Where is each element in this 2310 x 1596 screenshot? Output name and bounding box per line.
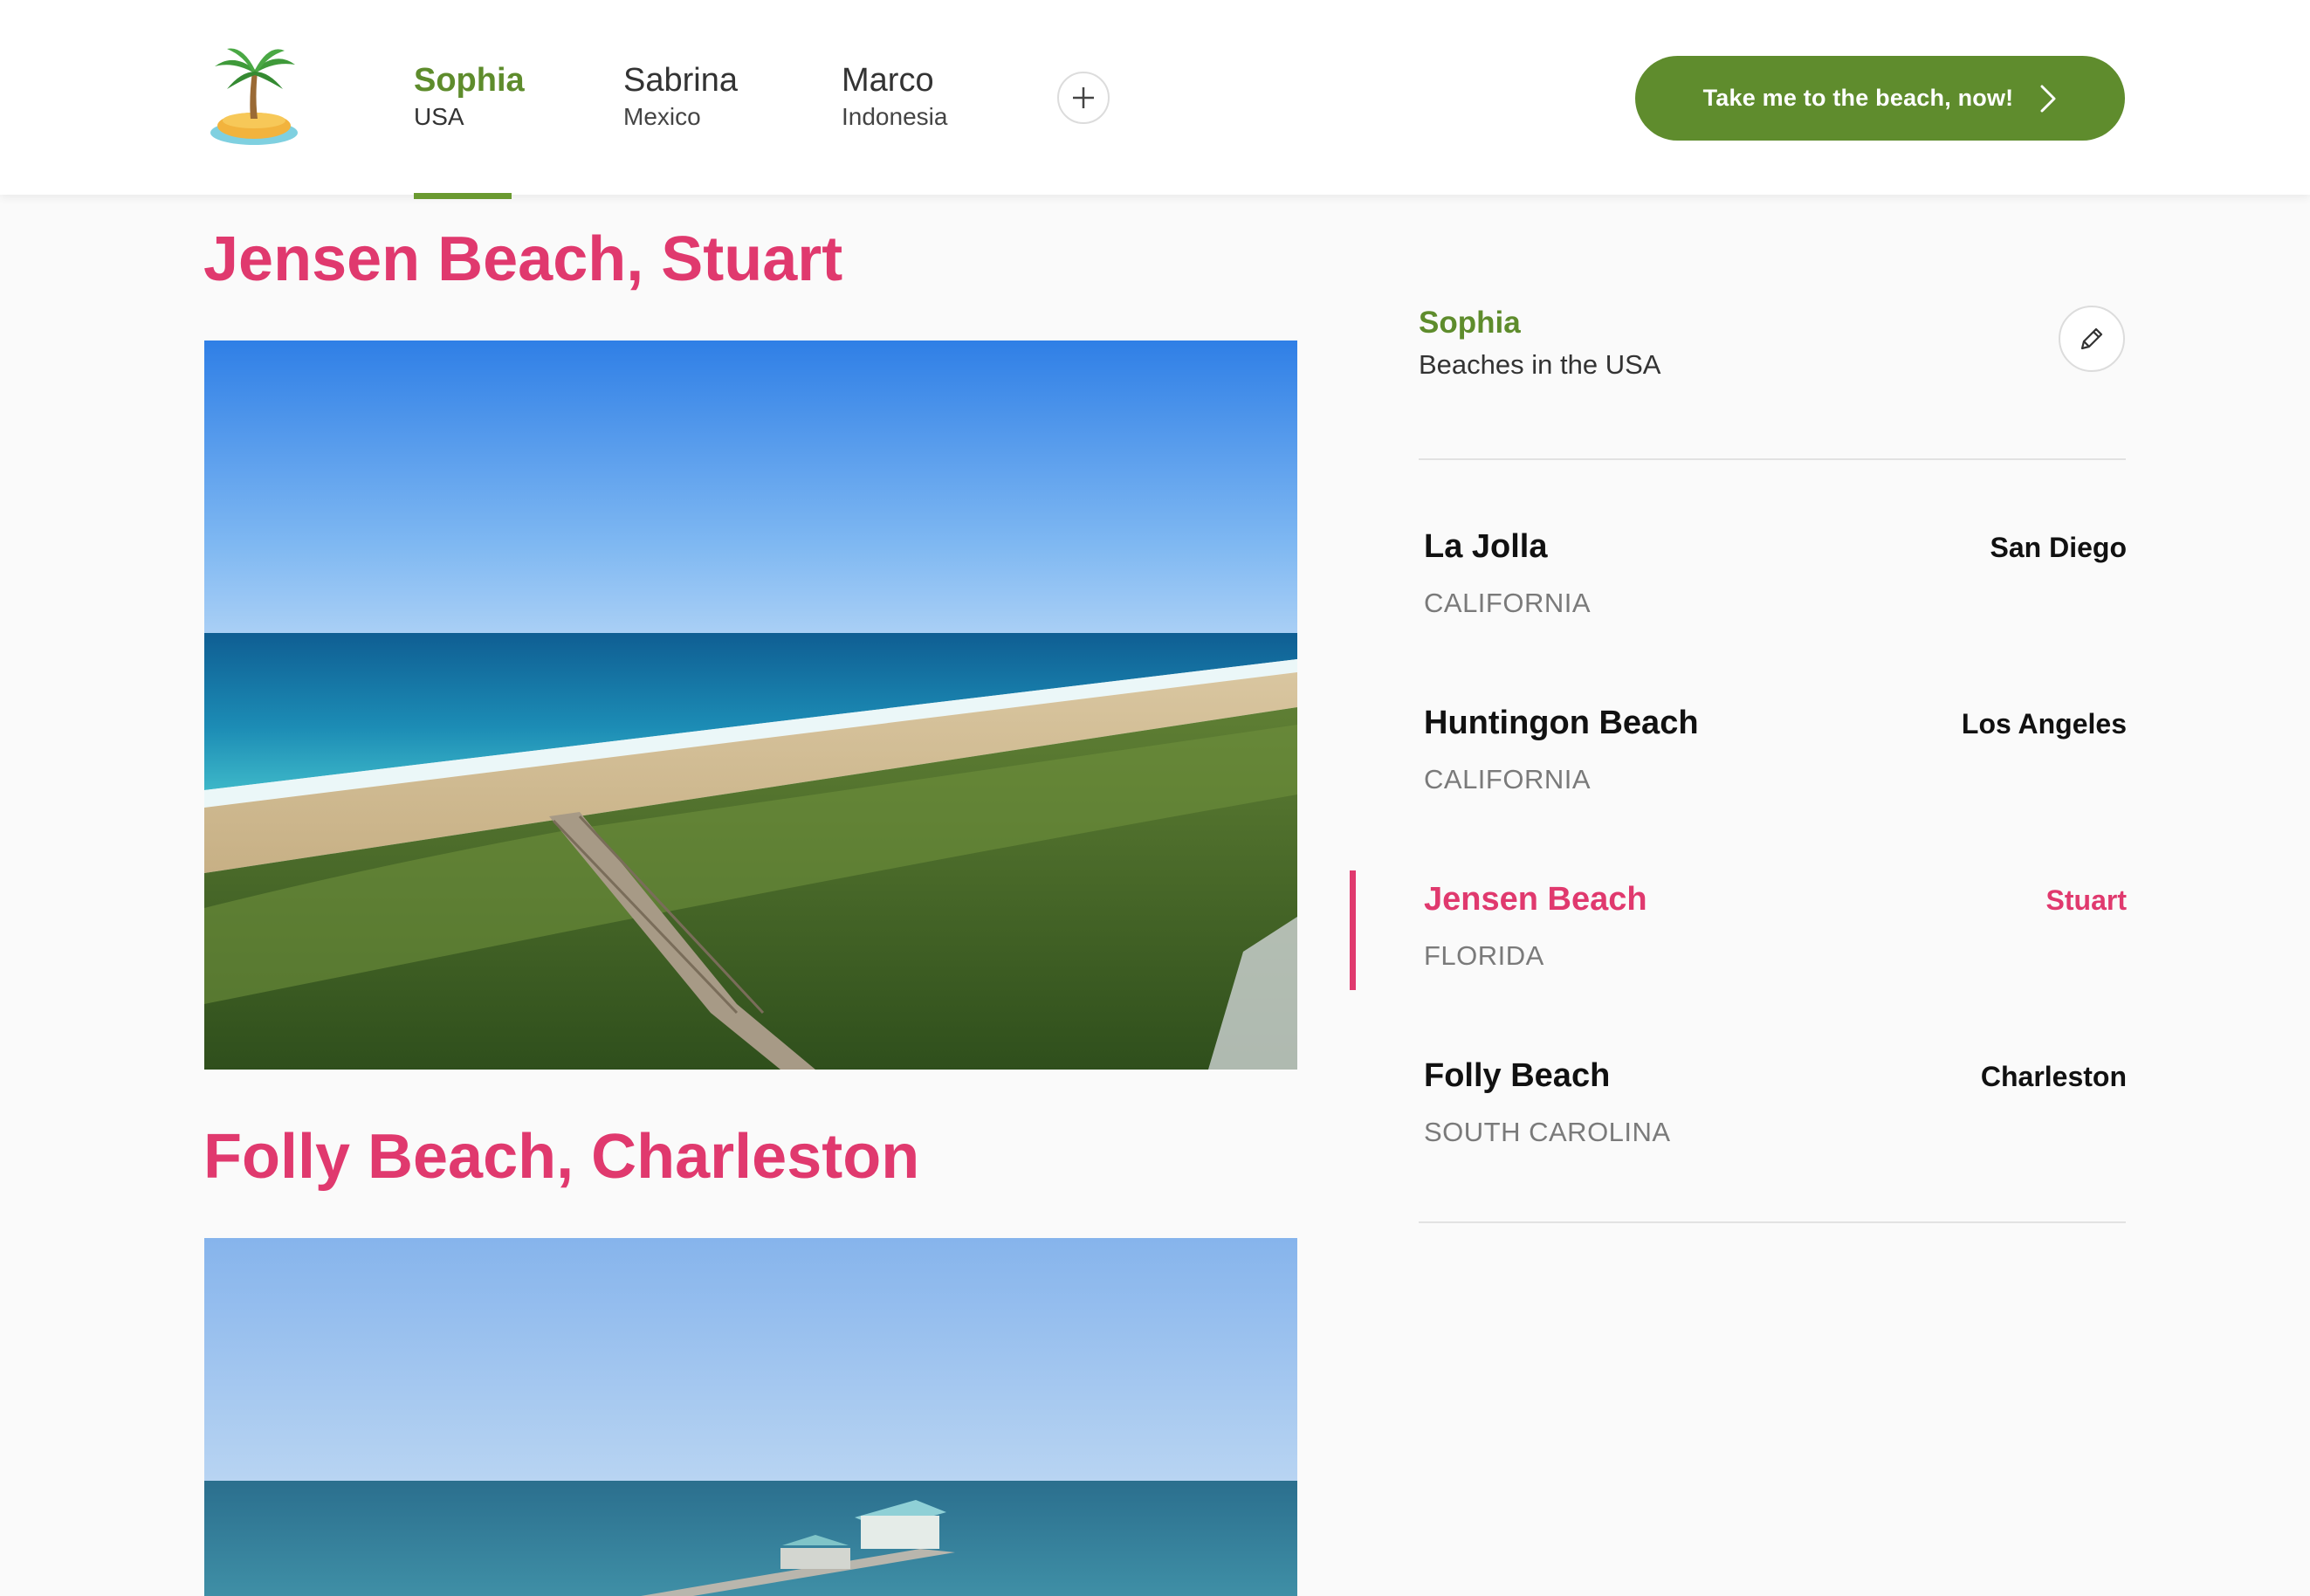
tab-name: Marco (842, 62, 934, 99)
palm-island-icon[interactable] (208, 45, 300, 148)
page: Sophia USA Sabrina Mexico Marco Indonesi… (0, 0, 2310, 1596)
divider (1419, 458, 2126, 460)
beach-list-item[interactable]: Huntingon Beach Los Angeles CALIFORNIA (1350, 705, 2127, 827)
edit-button[interactable] (2059, 306, 2125, 372)
tab-country: Mexico (623, 103, 701, 130)
tab-country: Indonesia (842, 103, 948, 130)
tab-marco[interactable]: Marco Indonesia (842, 61, 947, 133)
profile-subtitle: Beaches in the USA (1419, 349, 1661, 380)
jensen-beach-photo (204, 341, 1297, 1070)
plus-icon (1073, 87, 1094, 108)
tab-name: Sophia (414, 62, 525, 99)
beach-name: Folly Beach (1424, 1057, 1611, 1094)
cta-label: Take me to the beach, now! (1702, 85, 2014, 111)
beach-city: San Diego (1990, 532, 2127, 563)
add-tab-button[interactable] (1057, 72, 1110, 124)
chevron-right-icon (2039, 84, 2057, 114)
beach-list-item[interactable]: La Jolla San Diego CALIFORNIA (1350, 528, 2127, 650)
beach-state: CALIFORNIA (1424, 764, 1592, 795)
beach-name: Jensen Beach (1424, 881, 1647, 918)
pencil-icon (2080, 327, 2103, 350)
section-title: Jensen Beach, Stuart (203, 224, 843, 294)
beach-city: Los Angeles (1961, 708, 2127, 740)
top-nav-bar: Sophia USA Sabrina Mexico Marco Indonesi… (0, 0, 2310, 195)
tab-sophia[interactable]: Sophia USA (414, 61, 525, 133)
tab-country: USA (414, 103, 464, 130)
profile-name: Sophia (1419, 306, 1521, 340)
divider (1419, 1221, 2126, 1223)
active-indicator-bar (1350, 870, 1356, 990)
beach-city: Stuart (2045, 884, 2127, 916)
take-me-to-beach-button[interactable]: Take me to the beach, now! (1635, 56, 2125, 141)
beach-state: CALIFORNIA (1424, 588, 1592, 618)
beach-list-item[interactable]: Folly Beach Charleston SOUTH CAROLINA (1350, 1057, 2127, 1180)
beach-state: FLORIDA (1424, 940, 1544, 971)
beach-state: SOUTH CAROLINA (1424, 1117, 1671, 1147)
tab-name: Sabrina (623, 62, 738, 99)
active-tab-indicator (414, 193, 512, 199)
section-title: Folly Beach, Charleston (203, 1122, 920, 1192)
beach-name: Huntingon Beach (1424, 705, 1699, 741)
tab-sabrina[interactable]: Sabrina Mexico (623, 61, 738, 133)
beach-city: Charleston (1980, 1061, 2127, 1092)
beach-name: La Jolla (1424, 528, 1548, 565)
beach-list-item-active[interactable]: Jensen Beach Stuart FLORIDA (1350, 870, 2127, 993)
folly-beach-photo (204, 1238, 1297, 1596)
